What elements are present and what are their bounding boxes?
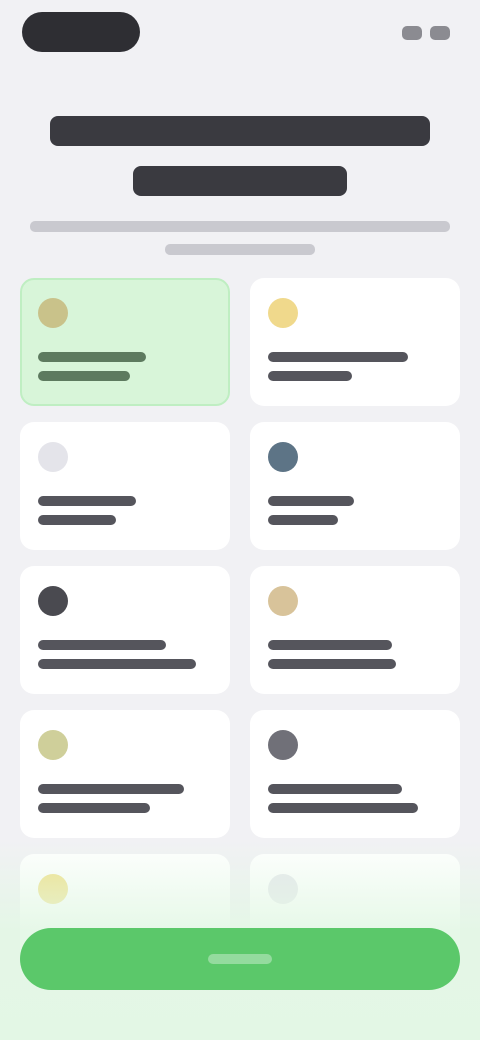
drop-icon <box>38 442 68 472</box>
option-card-8[interactable] <box>250 710 460 838</box>
continue-button[interactable] <box>20 928 460 990</box>
option-card-7[interactable] <box>20 710 230 838</box>
bolt-icon <box>38 730 68 760</box>
signal-icon <box>402 26 422 40</box>
option-card-4[interactable] <box>250 422 460 550</box>
page-title <box>24 110 456 202</box>
option-card-3[interactable] <box>20 422 230 550</box>
globe-icon <box>268 442 298 472</box>
option-card-6[interactable] <box>250 566 460 694</box>
top-bar <box>22 12 458 52</box>
heart-icon <box>268 874 298 904</box>
chat-icon <box>38 586 68 616</box>
star-icon <box>268 586 298 616</box>
flower-icon <box>38 874 68 904</box>
option-card-1[interactable] <box>20 278 230 406</box>
options-grid <box>20 278 460 982</box>
option-card-2[interactable] <box>250 278 460 406</box>
page-subtitle <box>30 218 450 262</box>
lock-icon <box>268 730 298 760</box>
back-pill-button[interactable] <box>22 12 140 52</box>
onboarding-screen <box>0 0 480 1040</box>
battery-icon <box>430 26 450 40</box>
option-card-5[interactable] <box>20 566 230 694</box>
sun-icon <box>268 298 298 328</box>
status-controls <box>398 22 450 44</box>
leaf-icon <box>38 298 68 328</box>
